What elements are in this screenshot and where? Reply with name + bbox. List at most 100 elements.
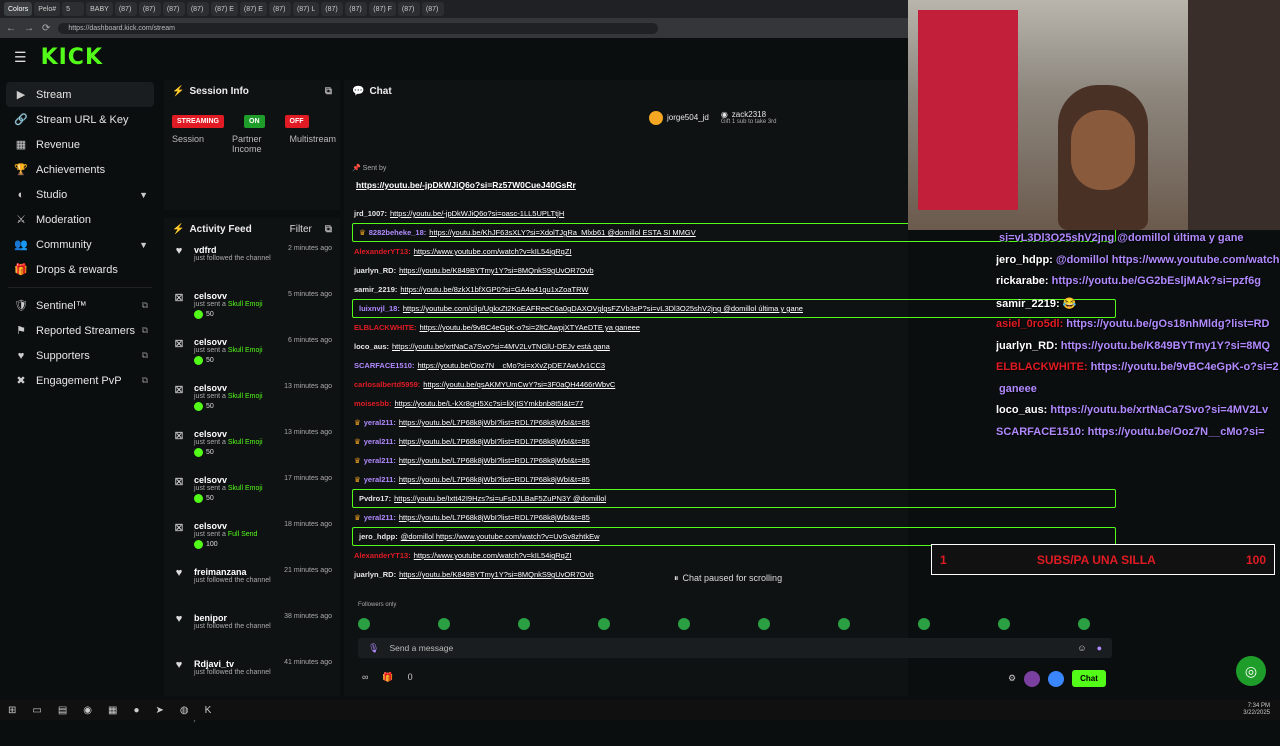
telegram-icon[interactable]: ➤	[156, 705, 164, 716]
spotify-icon[interactable]: ●	[133, 705, 139, 716]
activity-user[interactable]: celsovv	[194, 475, 227, 485]
browser-tab[interactable]: (87)	[186, 2, 209, 16]
bttv-icon[interactable]	[1048, 670, 1065, 687]
chat-message-text[interactable]: https://youtu.be/L7P68k8jWbI?list=RDL7P6…	[399, 475, 590, 484]
emote-icon[interactable]	[998, 618, 1010, 630]
activity-user[interactable]: celsovv	[194, 429, 227, 439]
chat-username[interactable]: loco_aus:	[354, 342, 389, 351]
settings-icon[interactable]: ⚙	[1008, 673, 1016, 684]
chat-message-text[interactable]: https://www.youtube.com/watch?v=kIL54igR…	[414, 247, 572, 256]
sidebar-item-stream[interactable]: ▶ Stream	[6, 82, 154, 107]
browser-tab[interactable]: BABY	[86, 2, 113, 16]
external-link-icon[interactable]: ⧉	[142, 325, 148, 336]
chat-username[interactable]: yeral211:	[364, 418, 396, 427]
activity-user[interactable]: celsovv	[194, 291, 227, 301]
chat-message-text[interactable]: https://youtu.be/Ooz7N__cMo?si=xXvZpDE7A…	[417, 361, 605, 370]
send-chat-button[interactable]: Chat	[1072, 670, 1106, 687]
emote-icon[interactable]	[678, 618, 690, 630]
emote-icon[interactable]	[358, 618, 370, 630]
chat-message-text[interactable]: https://www.youtube.com/watch?v=kIL54igR…	[414, 551, 572, 560]
chat-input[interactable]: Send a message	[389, 643, 453, 653]
chat-message-text[interactable]: https://youtu.be/qsAKMYUmCwY?si=3F0aQH44…	[423, 380, 615, 389]
emote-icon[interactable]	[1078, 618, 1090, 630]
browser-tab[interactable]: (87)	[114, 2, 137, 16]
chevron-down-icon[interactable]: ▼	[139, 240, 148, 250]
browser-tab[interactable]: Pelo#	[34, 2, 61, 16]
emoji-icon[interactable]: ☺	[1077, 643, 1086, 653]
menu-icon[interactable]: ☰	[14, 49, 27, 66]
url-input[interactable]: https://dashboard.kick.com/stream	[58, 22, 659, 34]
pinned-link[interactable]: https://youtu.be/-jpDkWJiQ6o?si=Rz57W0Cu…	[356, 180, 576, 190]
chat-message-text[interactable]: https://youtu.be/KhJF63sXLY?si=XdolTJgRa…	[429, 228, 695, 237]
emote-icon[interactable]	[518, 618, 530, 630]
chat-username[interactable]: moisesbb:	[354, 399, 392, 408]
activity-user[interactable]: vdfrd	[194, 245, 217, 255]
external-link-icon[interactable]: ⧉	[142, 375, 148, 386]
emote-icon[interactable]	[438, 618, 450, 630]
sidebar-item-moderation[interactable]: ⚔ Moderation	[0, 207, 160, 232]
external-link-icon[interactable]: ⧉	[142, 300, 148, 311]
browser-tab[interactable]: (87) F	[369, 2, 396, 16]
reload-icon[interactable]: ⟳	[42, 23, 50, 34]
gifter-name[interactable]: zack2318	[732, 110, 766, 119]
sidebar-item-studio[interactable]: ◐ Studio ▼	[0, 182, 160, 207]
chat-username[interactable]: luixnvjl_18:	[359, 304, 400, 313]
chat-message-text[interactable]: https://youtu.be/L7P68k8jWbI?list=RDL7P6…	[399, 418, 590, 427]
chat-message-text[interactable]: https://youtu.be/xrtNaCa7Svo?si=4MV2LvTN…	[392, 342, 610, 351]
chat-username[interactable]: juarlyn_RD:	[354, 266, 396, 275]
explorer-icon[interactable]: ▤	[58, 705, 67, 716]
chat-message-text[interactable]: https://youtu.be/K849BYTmy1Y?si=8MQnkS9g…	[399, 266, 593, 275]
support-chat-icon[interactable]: ◎	[1236, 656, 1266, 686]
popout-icon[interactable]: ⧉	[325, 224, 332, 235]
emote-icon[interactable]	[918, 618, 930, 630]
chevron-down-icon[interactable]: ▼	[139, 190, 148, 200]
chrome-icon[interactable]: ◉	[83, 705, 92, 716]
sidebar-item-community[interactable]: 👥 Community ▼	[0, 232, 160, 257]
chat-username[interactable]: yeral211:	[364, 456, 396, 465]
chat-message-text[interactable]: https://youtu.be/8zkX1bfXGP0?si=GA4a41gu…	[400, 285, 588, 294]
kick-logo[interactable]: KICK	[41, 45, 103, 70]
browser-tab[interactable]: (87)	[268, 2, 291, 16]
emote-icon[interactable]	[758, 618, 770, 630]
external-link-icon[interactable]: ⧉	[142, 350, 148, 361]
obs-icon[interactable]: ◍	[180, 705, 189, 716]
sidebar-item-supporters[interactable]: ♥ Supporters ⧉	[0, 343, 160, 368]
mic-icon[interactable]: 🎙	[368, 643, 379, 654]
back-icon[interactable]: ←	[6, 23, 16, 34]
chat-username[interactable]: yeral211:	[364, 437, 396, 446]
sidebar-item-reported-streamers[interactable]: ⚑ Reported Streamers ⧉	[0, 318, 160, 343]
forward-icon[interactable]: →	[24, 23, 34, 34]
gifter-name[interactable]: jorge504_jd	[667, 113, 709, 122]
popout-icon[interactable]: ⧉	[325, 86, 332, 97]
browser-tab[interactable]: (87)	[138, 2, 161, 16]
gift-icon[interactable]: 🎁	[382, 672, 393, 683]
store-icon[interactable]: ▦	[108, 705, 117, 716]
activity-user[interactable]: celsovv	[194, 337, 227, 347]
browser-tab[interactable]: (87)	[397, 2, 420, 16]
chat-input-box[interactable]: 🎙 Send a message ☺ ●	[358, 638, 1112, 658]
chat-username[interactable]: jrd_1007:	[354, 209, 387, 218]
chat-message-text[interactable]: https://youtu.be/Ixtt42I9Hzs?si=uFsDJLBa…	[394, 494, 606, 503]
chat-message-text[interactable]: https://youtu.be/L7P68k8jWbI?list=RDL7P6…	[399, 456, 590, 465]
browser-tab[interactable]: (87) E	[210, 2, 238, 16]
kick-icon[interactable]: K	[205, 705, 212, 716]
purple-emote-icon[interactable]: ●	[1097, 643, 1102, 653]
chat-username[interactable]: yeral211:	[364, 475, 396, 484]
browser-tab[interactable]: 5	[62, 2, 85, 16]
chat-message-text[interactable]: https://youtube.com/clip/UgkxZt2KoEAFRee…	[403, 304, 803, 313]
sidebar-item-engagement-pvp[interactable]: ✖ Engagement PvP ⧉	[0, 368, 160, 393]
chat-username[interactable]: Pvdro17:	[359, 494, 391, 503]
chat-message-text[interactable]: https://youtu.be/L7P68k8jWbI?list=RDL7P6…	[399, 513, 590, 522]
chat-message-text[interactable]: @domillol https://www.youtube.com/watch?…	[401, 532, 600, 541]
chat-username[interactable]: ELBLACKWHITE:	[354, 323, 417, 332]
chat-message-text[interactable]: https://youtu.be/K849BYTmy1Y?si=8MQnkS9g…	[399, 570, 593, 579]
browser-tab[interactable]: (87) E	[239, 2, 267, 16]
chat-username[interactable]: AlexanderYT13:	[354, 247, 411, 256]
taskview-icon[interactable]: ▭	[32, 705, 41, 716]
browser-tab[interactable]: (87) L	[292, 2, 320, 16]
chat-message-text[interactable]: https://youtu.be/9vBC4eGpK-o?si=2ltCAwpj…	[420, 323, 640, 332]
browser-tab[interactable]: (87)	[162, 2, 185, 16]
browser-tab[interactable]: Colors	[4, 2, 33, 16]
emote-icon[interactable]	[598, 618, 610, 630]
sidebar-item-stream-url-key[interactable]: 🔗 Stream URL & Key	[0, 107, 160, 132]
